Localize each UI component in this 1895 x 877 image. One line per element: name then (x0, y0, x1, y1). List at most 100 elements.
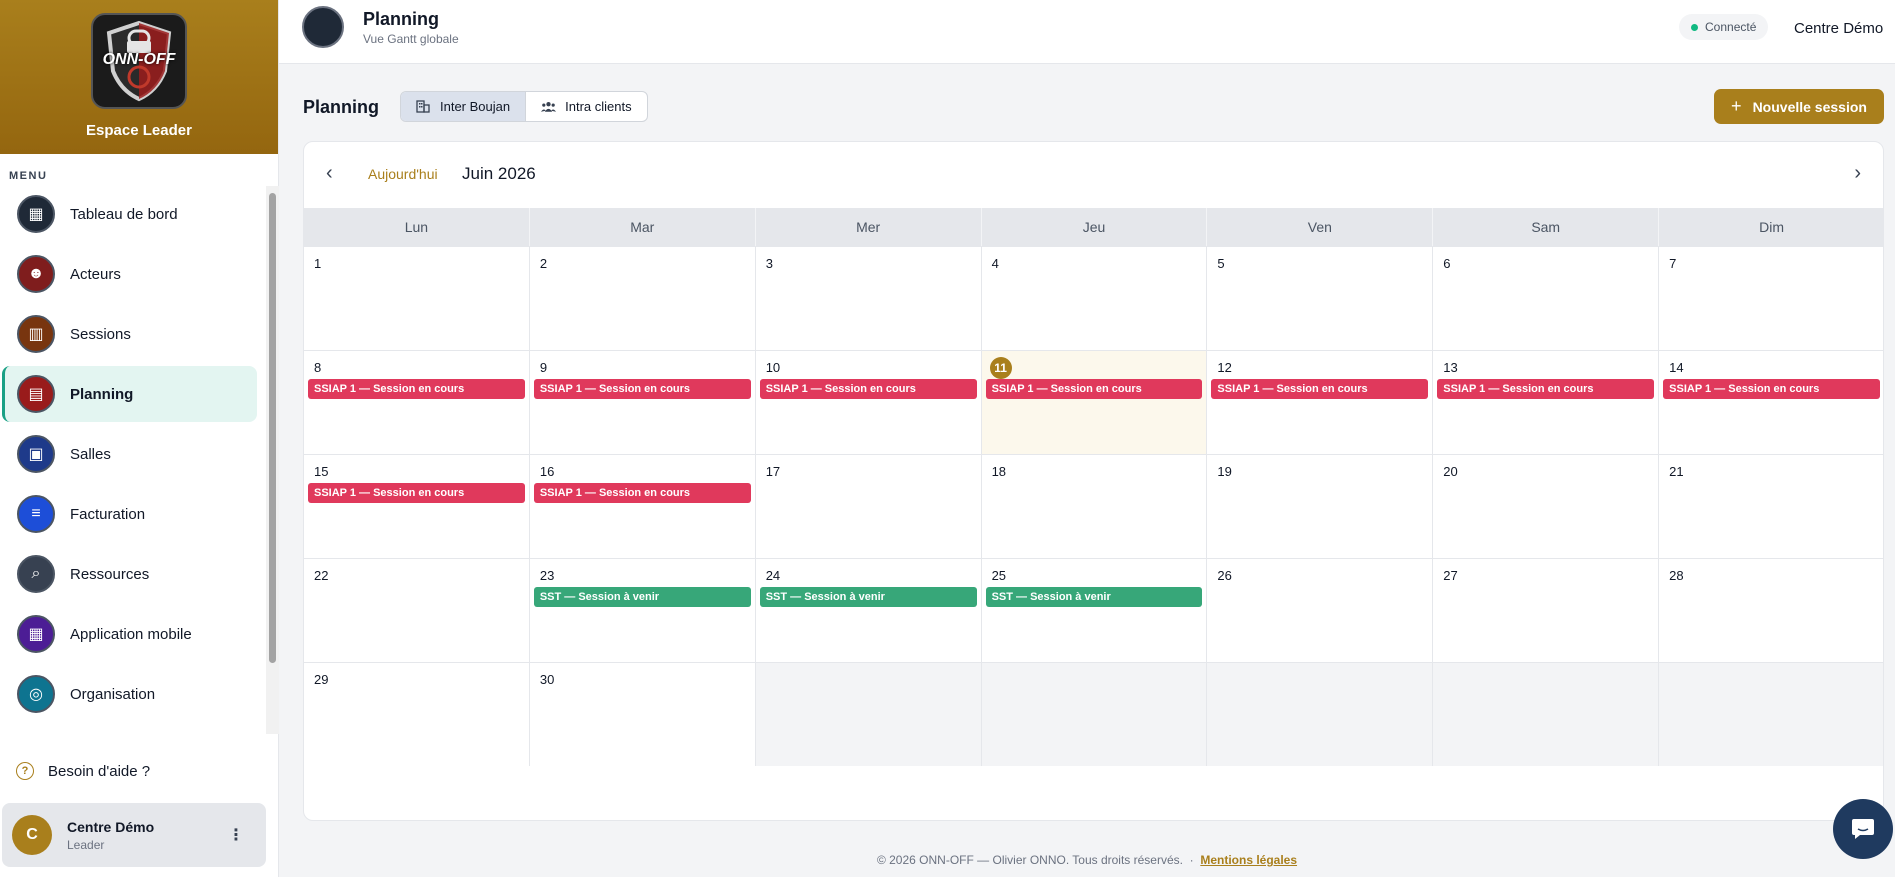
chevron-right-icon[interactable]: › (1854, 162, 1861, 185)
chat-widget-button[interactable] (1833, 799, 1893, 859)
sidebar-item-acteurs[interactable]: ☻ Acteurs (2, 246, 257, 302)
calendar-day[interactable]: 23 SST — Session à venir (530, 559, 756, 662)
calendar-day[interactable]: 12 SSIAP 1 — Session en cours (1207, 351, 1434, 454)
sidebar-scrollbar[interactable] (266, 186, 279, 734)
calendar-day[interactable]: 3 (756, 247, 982, 350)
day-number: 20 (1443, 464, 1458, 479)
building-icon (416, 100, 431, 113)
chevron-left-icon[interactable]: ‹ (326, 162, 333, 185)
day-number: 29 (314, 672, 329, 687)
day-number: 6 (1443, 256, 1451, 271)
segment-intra-clients[interactable]: Intra clients (525, 92, 646, 121)
calendar-week: 15 SSIAP 1 — Session en cours 16 SSIAP 1 — … (304, 454, 1883, 558)
sidebar-item-application-mobile[interactable]: ▦ Application mobile (2, 606, 257, 662)
day-number: 22 (314, 568, 329, 583)
calendar-day[interactable]: 16 SSIAP 1 — Session en cours (530, 455, 756, 558)
calendar-day[interactable]: 1 (304, 247, 530, 350)
actors-icon: ☻ (17, 255, 55, 293)
segment-inter-boujan[interactable]: Inter Boujan (401, 92, 526, 121)
dashboard-icon: ▦ (17, 195, 55, 233)
org-name[interactable]: Centre Démo (1794, 20, 1883, 37)
footer-separator: · (1189, 853, 1194, 867)
today-button[interactable]: Aujourd'hui (368, 166, 438, 182)
day-number: 25 (991, 568, 1007, 583)
month-grid: Lun Mar Mer Jeu Ven Sam Dim 1 2 3 4 5 6 7 8 SSIA… (304, 208, 1883, 766)
onn-off-logo[interactable]: ONN-OFF (91, 13, 187, 109)
session-event[interactable]: SSIAP 1 — Session en cours (759, 379, 977, 399)
calendar-day[interactable]: 4 (982, 247, 1208, 350)
weekday-header: Lun Mar Mer Jeu Ven Sam Dim (304, 208, 1883, 246)
calendar-week: 8 SSIAP 1 — Session en cours 9 SSIAP 1 — Se… (304, 350, 1883, 454)
calendar-day[interactable]: 30 (530, 663, 756, 766)
session-event[interactable]: SSIAP 1 — Session en cours (308, 379, 525, 399)
calendar-day[interactable]: 24 SST — Session à venir (756, 559, 982, 662)
copyright: © 2026 ONN-OFF — Olivier ONNO. Tous droi… (876, 853, 1183, 867)
calendar-day[interactable]: 10 SSIAP 1 — Session en cours (756, 351, 982, 454)
calendar-day-today[interactable]: 11 SSIAP 1 — Session en cours (981, 351, 1208, 454)
calendar-day[interactable]: 17 (756, 455, 982, 558)
calendar-day[interactable]: 29 (304, 663, 530, 766)
session-event[interactable]: SSIAP 1 — Session en cours (1663, 379, 1880, 399)
calendar-header: ‹ Aujourd'hui Juin 2026 › (304, 142, 1883, 208)
avatar: C (12, 815, 52, 855)
sidebar-item-label: Sessions (70, 325, 131, 343)
calendar-weeks: 1 2 3 4 5 6 7 8 SSIAP 1 — Session en cours 9 SSIAP… (304, 246, 1883, 766)
calendar-day[interactable]: 26 (1207, 559, 1434, 662)
calendar-day-empty (981, 663, 1208, 766)
sidebar: ONN-OFF Espace Leader MENU ▦ Tableau de … (0, 0, 279, 877)
session-event[interactable]: SSIAP 1 — Session en cours (985, 379, 1203, 399)
calendar-day[interactable]: 21 (1659, 455, 1883, 558)
sidebar-menu: ▦ Tableau de bord ☻ Acteurs ▥ Sessions ▤… (0, 186, 266, 734)
brand-title: Espace Leader (86, 122, 192, 139)
sessions-icon: ▥ (17, 315, 55, 353)
sidebar-item-ressources[interactable]: ⌕ Ressources (2, 546, 257, 602)
calendar-day[interactable]: 27 (1433, 559, 1660, 662)
chat-bubble-icon (1852, 819, 1874, 839)
weekday-label: Sam (1433, 208, 1660, 246)
day-number: 17 (765, 464, 781, 479)
calendar-day[interactable]: 13 SSIAP 1 — Session en cours (1433, 351, 1660, 454)
new-session-button[interactable]: + Nouvelle session (1714, 89, 1884, 124)
help-link[interactable]: ? Besoin d'aide ? (16, 762, 150, 780)
calendar-day[interactable]: 9 SSIAP 1 — Session en cours (530, 351, 756, 454)
sidebar-item-tableau-de-bord[interactable]: ▦ Tableau de bord (2, 186, 257, 242)
sidebar-item-salles[interactable]: ▣ Salles (2, 426, 257, 482)
calendar-day[interactable]: 14 SSIAP 1 — Session en cours (1659, 351, 1883, 454)
calendar-week: 1 2 3 4 5 6 7 (304, 246, 1883, 350)
sidebar-item-facturation[interactable]: ≡ Facturation (2, 486, 257, 542)
calendar-day[interactable]: 19 (1207, 455, 1434, 558)
calendar-day[interactable]: 20 (1433, 455, 1660, 558)
user-card[interactable]: C Centre Démo Leader ⋮ (2, 803, 266, 867)
day-number: 16 (539, 464, 555, 479)
sidebar-item-organisation[interactable]: ◎ Organisation (2, 666, 257, 722)
session-event[interactable]: SSIAP 1 — Session en cours (533, 379, 751, 399)
sidebar-item-more[interactable] (2, 726, 257, 734)
calendar-day[interactable]: 22 (304, 559, 530, 662)
calendar-day[interactable]: 15 SSIAP 1 — Session en cours (304, 455, 530, 558)
calendar-day[interactable]: 18 (982, 455, 1208, 558)
calendar-day[interactable]: 5 (1207, 247, 1434, 350)
session-event[interactable]: SSIAP 1 — Session en cours (308, 483, 525, 503)
calendar-day[interactable]: 2 (530, 247, 756, 350)
sidebar-item-label: Facturation (70, 505, 146, 523)
session-event[interactable]: SSIAP 1 — Session en cours (1211, 379, 1429, 399)
calendar-day[interactable]: 6 (1433, 247, 1660, 350)
session-event[interactable]: SSIAP 1 — Session en cours (533, 483, 751, 503)
calendar-day[interactable]: 28 (1659, 559, 1883, 662)
calendar-day[interactable]: 8 SSIAP 1 — Session en cours (304, 351, 530, 454)
session-event[interactable]: SST — Session à venir (759, 587, 977, 607)
scrollbar-thumb[interactable] (269, 193, 276, 663)
sidebar-item-planning[interactable]: ▤ Planning (2, 366, 257, 422)
session-event[interactable]: SSIAP 1 — Session en cours (1437, 379, 1655, 399)
legal-link[interactable]: Mentions légales (1200, 853, 1297, 867)
day-number: 12 (1217, 360, 1232, 375)
sidebar-item-label: Application mobile (70, 625, 192, 643)
session-event[interactable]: SST — Session à venir (533, 587, 751, 607)
day-number: 5 (1217, 256, 1225, 271)
kebab-menu-icon[interactable]: ⋮ (228, 825, 244, 845)
session-event[interactable]: SST — Session à venir (985, 587, 1203, 607)
sidebar-item-sessions[interactable]: ▥ Sessions (2, 306, 257, 362)
calendar-day[interactable]: 7 (1659, 247, 1883, 350)
day-number: 3 (765, 256, 773, 271)
calendar-day[interactable]: 25 SST — Session à venir (982, 559, 1208, 662)
